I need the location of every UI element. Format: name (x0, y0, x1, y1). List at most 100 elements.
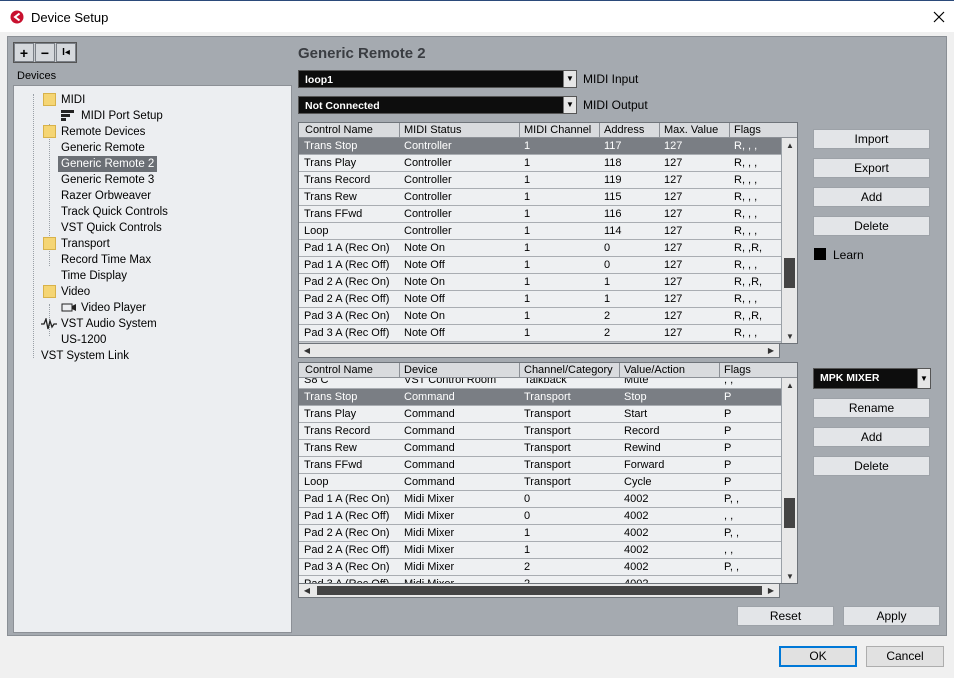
column-header[interactable]: MIDI Channel (519, 123, 599, 138)
remove-device-button[interactable]: − (35, 43, 55, 62)
add-control-button[interactable]: Add (813, 187, 930, 207)
reset-button[interactable]: Reset (737, 606, 834, 626)
tree-item-track-quick-controls[interactable]: Track Quick Controls (61, 204, 168, 220)
table-cell: Pad 1 A (Rec Off) (304, 510, 390, 522)
table-cell: 127 (664, 293, 683, 305)
tree-item-video[interactable]: Video (61, 284, 90, 300)
scroll-thumb[interactable] (784, 258, 795, 288)
table-cell: 4002 (624, 493, 649, 505)
add-bank-button[interactable]: Add (813, 427, 930, 447)
table-row[interactable]: Trans Stop Controller 1 117 127 R, , , (299, 138, 781, 155)
tree-item-remote-devices[interactable]: Remote Devices (61, 124, 145, 140)
column-header[interactable]: Flags (719, 363, 781, 378)
table-cell: 127 (664, 327, 683, 339)
table-row[interactable]: Pad 2 A (Rec Off) Midi Mixer 1 4002 , , (299, 542, 781, 559)
table-row[interactable]: Trans Record Command Transport Record P (299, 423, 781, 440)
table-row[interactable]: Pad 3 A (Rec On) Note On 1 2 127 R, ,R, (299, 308, 781, 325)
tree-item-us-1200[interactable]: US-1200 (61, 332, 106, 348)
tree-item-generic-remote[interactable]: Generic Remote (61, 140, 145, 156)
table-cell: 1 (524, 157, 531, 169)
column-header[interactable]: Max. Value (659, 123, 729, 138)
table-row[interactable]: Trans Stop Command Transport Stop P (299, 389, 781, 406)
apply-button[interactable]: Apply (843, 606, 940, 626)
table-row[interactable]: Pad 1 A (Rec Off) Midi Mixer 0 4002 , , (299, 508, 781, 525)
export-button[interactable]: Export (813, 158, 930, 178)
table-row[interactable]: Pad 2 A (Rec Off) Note Off 1 1 127 R, , , (299, 291, 781, 308)
action-table-hscroll[interactable]: ◀ ▶ (298, 583, 780, 598)
cancel-button[interactable]: Cancel (866, 646, 944, 667)
scroll-right-icon[interactable]: ▶ (763, 344, 779, 357)
table-row[interactable]: Pad 1 A (Rec On) Note On 1 0 127 R, ,R, (299, 240, 781, 257)
table-row[interactable]: Trans Play Controller 1 118 127 R, , , (299, 155, 781, 172)
learn-label: Learn (833, 248, 864, 262)
column-header[interactable]: Flags (729, 123, 781, 138)
table-row[interactable]: Trans FFwd Command Transport Forward P (299, 457, 781, 474)
tree-item-midi-port-setup[interactable]: MIDI Port Setup (81, 108, 163, 124)
add-device-button[interactable]: + (14, 43, 34, 62)
tree-item-vst-audio-system[interactable]: VST Audio System (61, 316, 157, 332)
rename-bank-button[interactable]: Rename (813, 398, 930, 418)
tree-item-transport[interactable]: Transport (61, 236, 110, 252)
control-table-scrollbar[interactable]: ▲ ▼ (781, 138, 797, 343)
table-row[interactable]: Pad 2 A (Rec On) Midi Mixer 1 4002 P, , (299, 525, 781, 542)
tree-item-time-display[interactable]: Time Display (61, 268, 127, 284)
control-table-hscroll[interactable]: ◀ ▶ (298, 343, 780, 358)
column-header[interactable]: Device (399, 363, 519, 378)
tree-item-record-time-max[interactable]: Record Time Max (61, 252, 151, 268)
table-cell: Controller (404, 225, 452, 237)
import-button[interactable]: Import (813, 129, 930, 149)
chevron-down-icon: ▼ (563, 71, 576, 87)
table-row[interactable]: Trans FFwd Controller 1 116 127 R, , , (299, 206, 781, 223)
learn-checkbox[interactable] (814, 248, 826, 260)
midi-output-select[interactable]: Not Connected ▼ (298, 96, 577, 114)
scroll-left-icon[interactable]: ◀ (299, 584, 315, 597)
close-icon[interactable] (926, 6, 952, 28)
table-row[interactable]: Loop Command Transport Cycle P (299, 474, 781, 491)
table-row[interactable]: Pad 3 A (Rec Off) Note Off 1 2 127 R, , , (299, 325, 781, 342)
table-row[interactable]: Pad 3 A (Rec On) Midi Mixer 2 4002 P, , (299, 559, 781, 576)
scroll-left-icon[interactable]: ◀ (299, 344, 315, 357)
table-row[interactable]: Loop Controller 1 114 127 R, , , (299, 223, 781, 240)
tree-item-video-player[interactable]: Video Player (81, 300, 146, 316)
cubase-logo-icon (10, 10, 24, 24)
column-header[interactable]: Channel/Category (519, 363, 619, 378)
action-table-scrollbar[interactable]: ▲ ▼ (781, 378, 797, 583)
scroll-right-icon[interactable]: ▶ (763, 584, 779, 597)
tree-item-razer-orbweaver[interactable]: Razer Orbweaver (61, 188, 151, 204)
scroll-thumb[interactable] (784, 498, 795, 528)
scroll-down-icon[interactable]: ▼ (782, 329, 797, 343)
column-header[interactable]: Control Name (301, 123, 399, 138)
table-cell: 1 (524, 174, 531, 186)
table-row[interactable]: Pad 2 A (Rec On) Note On 1 1 127 R, ,R, (299, 274, 781, 291)
reset-device-button[interactable]: I◂ (56, 43, 76, 62)
table-row[interactable]: Trans Rew Command Transport Rewind P (299, 440, 781, 457)
table-cell: P (724, 459, 732, 471)
table-row[interactable]: Trans Record Controller 1 119 127 R, , , (299, 172, 781, 189)
table-row[interactable]: Trans Play Command Transport Start P (299, 406, 781, 423)
ok-button[interactable]: OK (779, 646, 857, 667)
table-row[interactable]: Trans Rew Controller 1 115 127 R, , , (299, 189, 781, 206)
tree-item-midi[interactable]: MIDI (61, 92, 85, 108)
column-header[interactable]: Value/Action (619, 363, 719, 378)
tree-item-generic-remote-2[interactable]: Generic Remote 2 (58, 156, 158, 172)
tree-item-generic-remote-3[interactable]: Generic Remote 3 (61, 172, 154, 188)
delete-control-button[interactable]: Delete (813, 216, 930, 236)
table-row[interactable]: Pad 1 A (Rec On) Midi Mixer 0 4002 P, , (299, 491, 781, 508)
tree-item-vst-system-link[interactable]: VST System Link (41, 348, 129, 364)
table-row[interactable]: Pad 1 A (Rec Off) Note Off 1 0 127 R, , , (299, 257, 781, 274)
tree-item-vst-quick-controls[interactable]: VST Quick Controls (61, 220, 162, 236)
scroll-down-icon[interactable]: ▼ (782, 569, 797, 583)
table-cell: 1 (604, 276, 611, 288)
column-header[interactable]: Address (599, 123, 659, 138)
midi-input-select[interactable]: loop1 ▼ (298, 70, 577, 88)
action-table-header: Control Name Device Channel/Category Val… (299, 363, 797, 378)
delete-bank-button[interactable]: Delete (813, 456, 930, 476)
bank-select[interactable]: MPK MIXER ▼ (813, 368, 931, 389)
column-header[interactable]: Control Name (301, 363, 399, 378)
table-cell: Command (404, 442, 455, 454)
column-header[interactable]: MIDI Status (399, 123, 519, 138)
table-cell: 127 (664, 208, 683, 220)
scroll-up-icon[interactable]: ▲ (782, 138, 797, 153)
hscroll-thumb[interactable] (317, 586, 762, 595)
scroll-up-icon[interactable]: ▲ (782, 378, 797, 393)
